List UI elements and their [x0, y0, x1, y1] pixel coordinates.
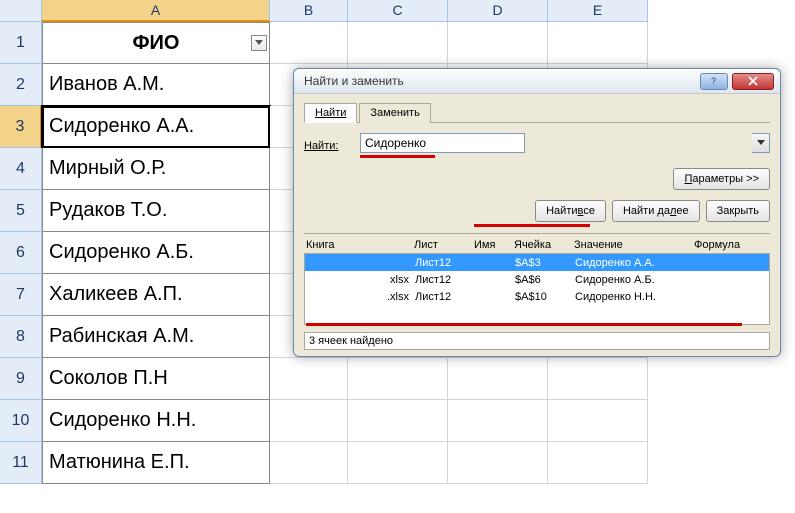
- col-header-e[interactable]: E: [548, 0, 648, 22]
- filter-dropdown-icon[interactable]: [251, 35, 267, 51]
- close-button[interactable]: Закрыть: [706, 200, 770, 222]
- result-row[interactable]: Лист12$A$3Сидоренко А.А.: [305, 254, 769, 271]
- row-header[interactable]: 11: [0, 442, 42, 484]
- dialog-tabs: Найти Заменить: [304, 102, 770, 123]
- cell[interactable]: ФИО: [42, 22, 270, 64]
- cell[interactable]: Рабинская А.М.: [42, 316, 270, 358]
- cell[interactable]: Иванов А.М.: [42, 64, 270, 106]
- tab-find[interactable]: Найти: [304, 103, 357, 123]
- tab-replace[interactable]: Заменить: [359, 103, 430, 123]
- find-history-dropdown[interactable]: [752, 133, 770, 153]
- grid-row: 1ФИО: [0, 22, 795, 64]
- row-header[interactable]: 1: [0, 22, 42, 64]
- annotation-line: [306, 323, 742, 326]
- cell[interactable]: [448, 22, 548, 64]
- cell[interactable]: Рудаков Т.О.: [42, 190, 270, 232]
- cell[interactable]: Сидоренко А.А.: [42, 106, 270, 148]
- cell[interactable]: Сидоренко А.Б.: [42, 232, 270, 274]
- cell[interactable]: Мирный О.Р.: [42, 148, 270, 190]
- cell[interactable]: Халикеев А.П.: [42, 274, 270, 316]
- col-header-a[interactable]: A: [42, 0, 270, 22]
- find-all-button[interactable]: Найти все: [535, 200, 606, 222]
- cell[interactable]: [270, 358, 348, 400]
- select-all-corner[interactable]: [0, 0, 42, 22]
- row-header[interactable]: 8: [0, 316, 42, 358]
- cell[interactable]: [270, 400, 348, 442]
- grid-row: 9Соколов П.Н: [0, 358, 795, 400]
- result-row[interactable]: xlsxЛист12$A$6Сидоренко А.Б.: [305, 271, 769, 288]
- cell[interactable]: [348, 400, 448, 442]
- annotation-line: [360, 155, 435, 158]
- result-row[interactable]: .xlsxЛист12$A$10Сидоренко Н.Н.: [305, 288, 769, 305]
- help-button[interactable]: ?: [700, 73, 728, 90]
- dialog-titlebar[interactable]: Найти и заменить ?: [294, 69, 780, 94]
- cell[interactable]: [348, 22, 448, 64]
- row-header[interactable]: 4: [0, 148, 42, 190]
- row-header[interactable]: 6: [0, 232, 42, 274]
- cell[interactable]: Соколов П.Н: [42, 358, 270, 400]
- svg-text:?: ?: [711, 76, 716, 86]
- cell[interactable]: [548, 22, 648, 64]
- cell[interactable]: [448, 442, 548, 484]
- grid-row: 10Сидоренко Н.Н.: [0, 400, 795, 442]
- options-button[interactable]: Параметры >>: [673, 168, 770, 190]
- close-icon[interactable]: [732, 73, 774, 90]
- find-label: Найти:: [304, 140, 352, 152]
- row-header[interactable]: 2: [0, 64, 42, 106]
- cell[interactable]: [448, 358, 548, 400]
- cell[interactable]: [348, 442, 448, 484]
- dialog-title: Найти и заменить: [304, 74, 404, 88]
- find-input[interactable]: [360, 133, 525, 153]
- row-header[interactable]: 9: [0, 358, 42, 400]
- row-header[interactable]: 7: [0, 274, 42, 316]
- col-header-d[interactable]: D: [448, 0, 548, 22]
- grid-row: 11Матюнина Е.П.: [0, 442, 795, 484]
- cell[interactable]: [548, 442, 648, 484]
- cell[interactable]: Сидоренко Н.Н.: [42, 400, 270, 442]
- cell[interactable]: [270, 442, 348, 484]
- column-headers: A B C D E: [0, 0, 795, 22]
- row-header[interactable]: 10: [0, 400, 42, 442]
- cell[interactable]: Матюнина Е.П.: [42, 442, 270, 484]
- row-header[interactable]: 3: [0, 106, 42, 148]
- col-header-b[interactable]: B: [270, 0, 348, 22]
- find-next-button[interactable]: Найти далее: [612, 200, 700, 222]
- cell[interactable]: [448, 400, 548, 442]
- row-header[interactable]: 5: [0, 190, 42, 232]
- col-header-c[interactable]: C: [348, 0, 448, 22]
- find-replace-dialog: Найти и заменить ? Найти Заменить Найти:: [293, 68, 781, 357]
- cell[interactable]: [348, 358, 448, 400]
- results-header: Книга Лист Имя Ячейка Значение Формула: [304, 233, 770, 253]
- status-bar: 3 ячеек найдено: [304, 332, 770, 350]
- results-list[interactable]: Лист12$A$3Сидоренко А.А.xlsxЛист12$A$6Си…: [304, 253, 770, 325]
- cell[interactable]: [548, 358, 648, 400]
- cell[interactable]: [270, 22, 348, 64]
- annotation-line: [474, 224, 590, 227]
- cell[interactable]: [548, 400, 648, 442]
